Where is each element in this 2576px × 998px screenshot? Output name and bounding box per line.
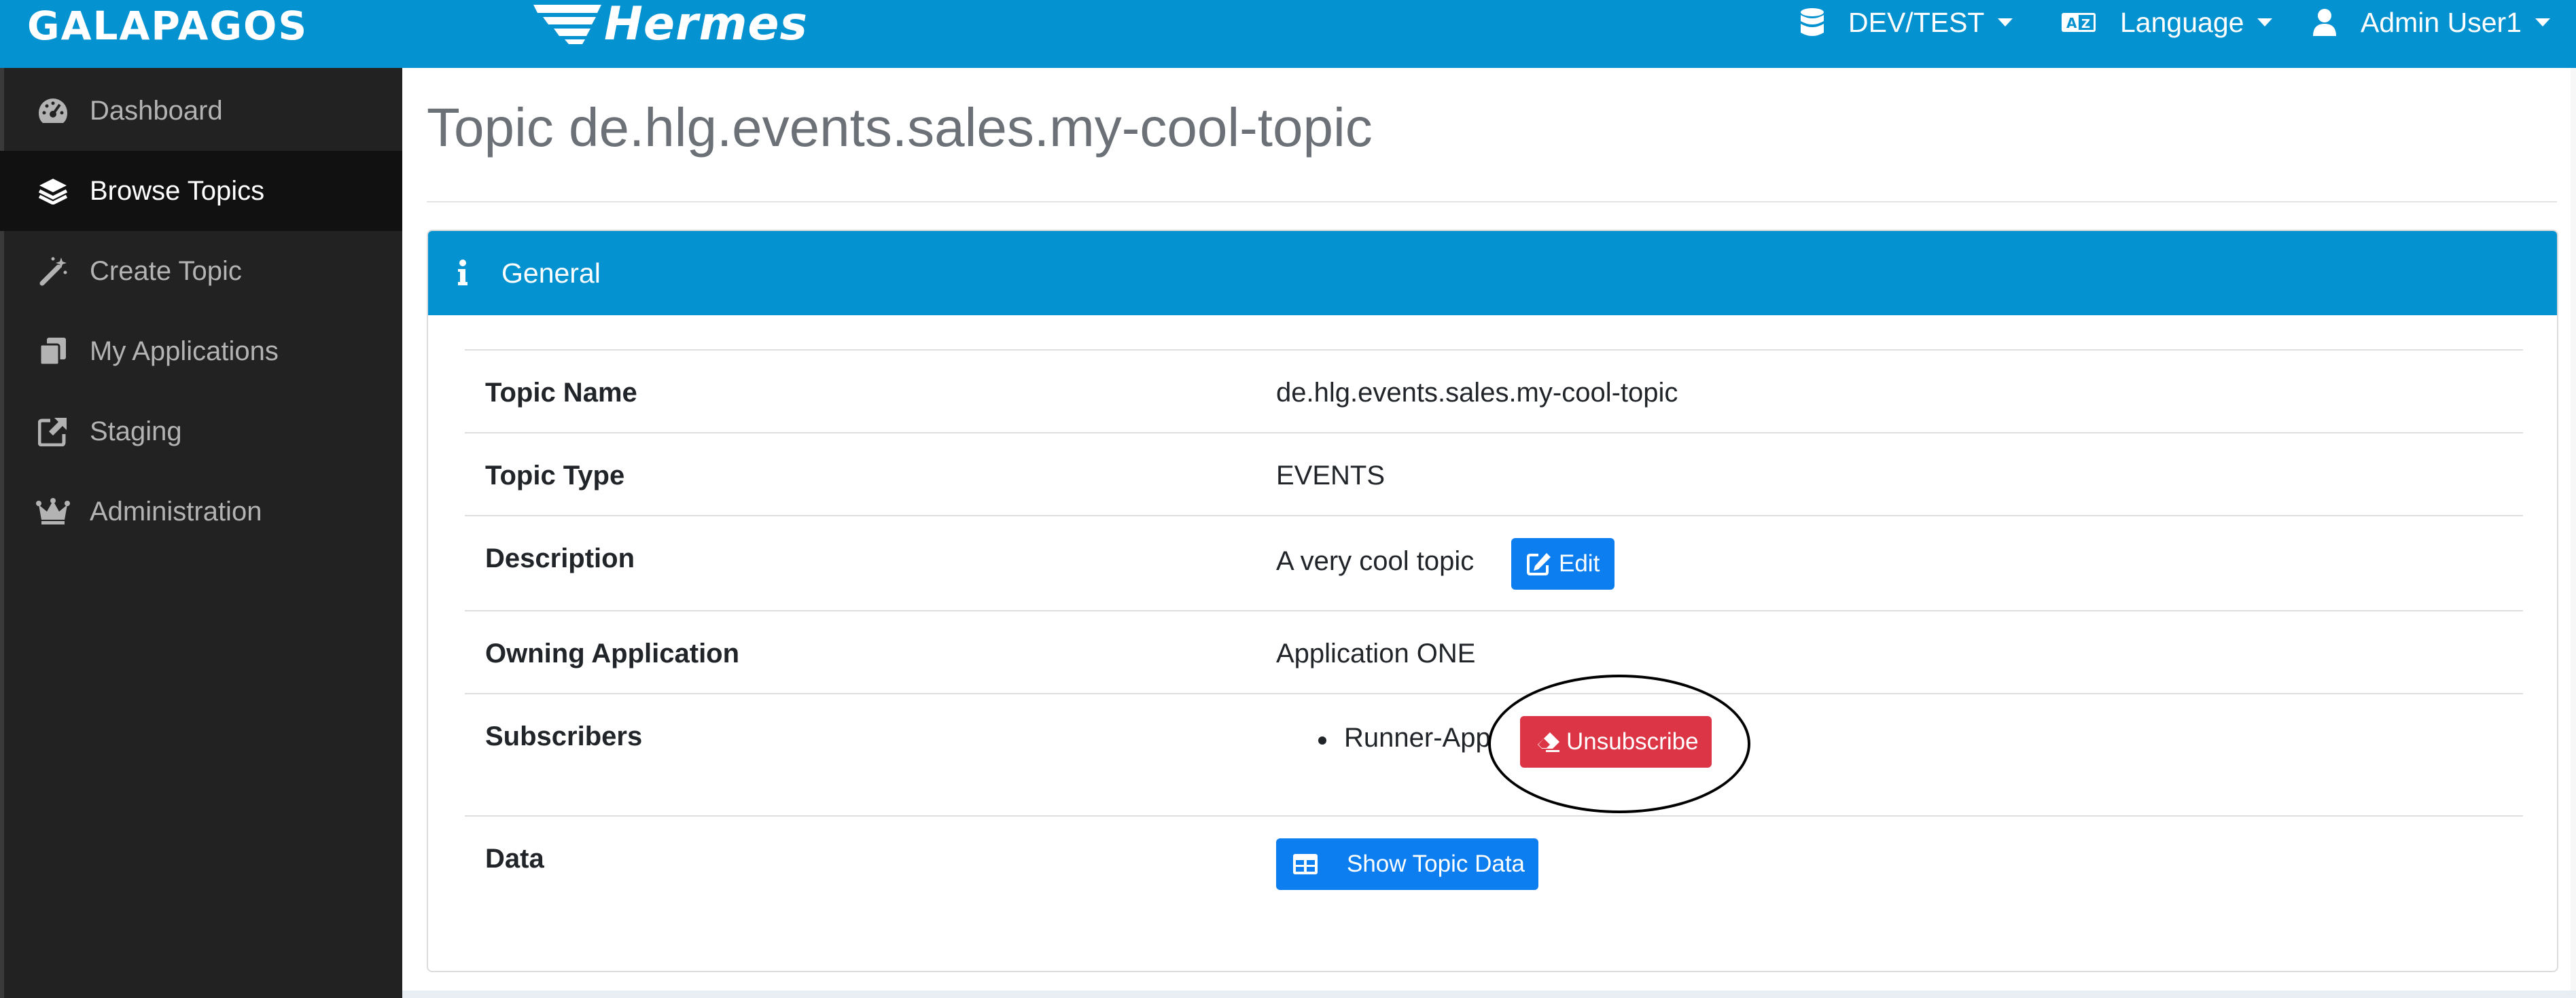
unsubscribe-button-label: Unsubscribe [1566, 728, 1699, 755]
user-label: Admin User1 [2361, 6, 2522, 38]
hermes-logo: Hermes [533, 0, 809, 51]
wings-icon [533, 5, 601, 44]
layers-icon [35, 173, 71, 209]
page-title: Topic de.hlg.events.sales.my-cool-topic [427, 97, 1373, 158]
description-value: A very cool topic [1276, 546, 1475, 576]
language-dropdown[interactable]: A Z Language [2062, 0, 2273, 45]
magic-wand-icon [35, 253, 71, 289]
crown-icon [35, 494, 71, 529]
row-label: Description [485, 543, 635, 573]
table-row: Subscribers Runner-App Unsubscribe [465, 693, 2523, 815]
scrollbar-track[interactable] [2571, 68, 2576, 998]
table-row: Owning Application Application ONE [465, 610, 2523, 693]
chevron-down-icon [2257, 18, 2273, 26]
table-row: Topic Name de.hlg.events.sales.my-cool-t… [465, 349, 2523, 432]
table-icon [1293, 854, 1318, 874]
sidebar-item-label: Staging [90, 416, 182, 446]
sidebar-item-browse-topics[interactable]: Browse Topics [0, 151, 402, 231]
show-topic-data-label: Show Topic Data [1347, 851, 1525, 877]
table-row: Description A very cool topic Edit [465, 515, 2523, 610]
topic-name-value: de.hlg.events.sales.my-cool-topic [1276, 378, 1678, 408]
hermes-wordmark: Hermes [604, 0, 809, 51]
sidebar-item-label: My Applications [90, 336, 279, 366]
sidebar-item-label: Browse Topics [90, 175, 265, 206]
environment-dropdown[interactable]: DEV/TEST [1801, 0, 2013, 45]
table-row: Topic Type EVENTS [465, 432, 2523, 515]
brand-logo[interactable]: GALAPAGOS [27, 0, 308, 52]
title-divider [427, 201, 2557, 202]
gauge-icon [35, 93, 71, 128]
eraser-icon [1538, 732, 1559, 752]
sidebar-item-administration[interactable]: Administration [0, 471, 402, 552]
card-header-title: General [501, 257, 601, 289]
list-bullet [1318, 736, 1326, 745]
row-label: Subscribers [485, 721, 643, 751]
svg-text:A: A [2066, 15, 2077, 31]
copy-icon [35, 334, 71, 369]
svg-text:Z: Z [2081, 17, 2090, 31]
edit-button-label: Edit [1559, 550, 1600, 577]
row-label: Topic Name [485, 378, 637, 408]
general-card: General Topic Name de.hlg.events.sales.m… [427, 230, 2558, 972]
table-row: Data Show Topic Data [465, 815, 2523, 938]
card-header: General [428, 231, 2557, 315]
user-icon [2313, 9, 2336, 36]
database-icon [1801, 8, 1824, 36]
language-label: Language [2120, 6, 2244, 38]
sidebar-item-create-topic[interactable]: Create Topic [0, 231, 402, 311]
edit-button[interactable]: Edit [1511, 538, 1615, 590]
row-label: Data [485, 844, 544, 874]
chevron-down-icon [1998, 18, 2013, 26]
sidebar-item-staging[interactable]: Staging [0, 391, 402, 471]
chevron-down-icon [2535, 18, 2550, 26]
row-label: Topic Type [485, 461, 625, 491]
environment-label: DEV/TEST [1848, 6, 1985, 38]
topic-type-value: EVENTS [1276, 461, 1386, 491]
subscriber-name: Runner-App [1344, 723, 1491, 753]
show-topic-data-button[interactable]: Show Topic Data [1276, 838, 1538, 890]
sidebar-item-my-applications[interactable]: My Applications [0, 311, 402, 391]
row-label: Owning Application [485, 639, 740, 669]
external-link-icon [35, 414, 71, 449]
top-navbar: GALAPAGOS Hermes DEV/TEST A Z Language A… [0, 0, 2576, 68]
bottom-strip [402, 991, 2576, 998]
owning-application-value: Application ONE [1276, 639, 1476, 669]
sidebar-item-label: Administration [90, 496, 262, 527]
edit-icon [1527, 553, 1551, 575]
language-icon: A Z [2062, 13, 2096, 32]
user-dropdown[interactable]: Admin User1 [2313, 0, 2550, 45]
sidebar-item-label: Dashboard [90, 95, 223, 126]
sidebar-item-label: Create Topic [90, 255, 242, 286]
sidebar-item-dashboard[interactable]: Dashboard [0, 71, 402, 151]
unsubscribe-button[interactable]: Unsubscribe [1520, 716, 1712, 768]
info-icon [458, 260, 467, 287]
